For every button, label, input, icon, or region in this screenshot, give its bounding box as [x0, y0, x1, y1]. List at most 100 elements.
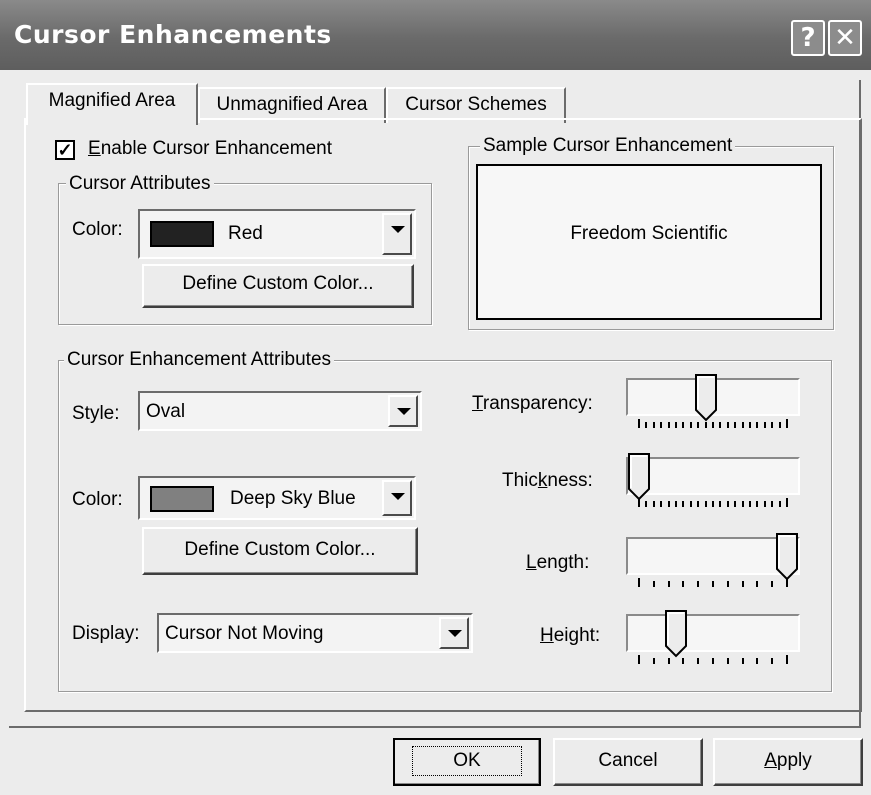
tick-mark: [660, 422, 663, 428]
length-slider[interactable]: [626, 537, 800, 575]
tick-mark: [726, 581, 729, 587]
display-combo[interactable]: Cursor Not Moving: [157, 613, 473, 653]
title-bar: Cursor Enhancements ? ✕: [0, 0, 871, 70]
length-label: Length:: [526, 552, 590, 573]
tick-mark: [667, 658, 670, 664]
tick-mark: [712, 581, 714, 587]
window-title: Cursor Enhancements: [14, 20, 332, 49]
enhancement-color-value: Deep Sky Blue: [230, 488, 356, 509]
tick-mark: [726, 422, 729, 428]
sample-preview: Freedom Scientific: [476, 164, 822, 320]
tick-mark: [741, 581, 744, 587]
tick-mark: [697, 581, 700, 587]
tick-mark: [675, 422, 677, 428]
display-label: Display:: [72, 623, 140, 644]
chevron-down-icon[interactable]: [388, 395, 418, 427]
tick-mark: [756, 501, 759, 507]
height-slider[interactable]: [626, 614, 800, 652]
tick-mark: [734, 422, 737, 428]
tick-mark: [756, 658, 759, 664]
tick-mark: [771, 422, 774, 428]
transparency-label: Transparency:: [472, 393, 593, 414]
enable-checkbox[interactable]: ✓: [55, 140, 75, 160]
tick-mark: [645, 422, 648, 428]
tick-mark: [719, 501, 722, 507]
style-value: Oval: [146, 401, 186, 422]
tick-mark: [652, 422, 655, 428]
cancel-button[interactable]: Cancel: [553, 738, 703, 786]
enhancement-color-label: Color:: [72, 489, 123, 510]
tick-mark: [682, 501, 685, 507]
tick-mark: [763, 422, 766, 428]
style-label: Style:: [72, 403, 120, 424]
tab-label: Magnified Area: [48, 90, 176, 111]
help-icon[interactable]: ?: [791, 20, 825, 56]
tick-mark: [712, 658, 714, 664]
thickness-label: Thickness:: [502, 470, 593, 491]
tick-mark: [697, 501, 700, 507]
tick-mark: [638, 419, 640, 428]
style-combo[interactable]: Oval: [138, 391, 422, 431]
tick-mark: [682, 581, 685, 587]
thickness-slider[interactable]: [626, 457, 800, 495]
tick-mark: [771, 501, 774, 507]
enhancement-color-combo[interactable]: Deep Sky Blue: [138, 476, 416, 520]
tick-mark: [778, 422, 781, 428]
close-icon[interactable]: ✕: [828, 20, 862, 56]
thickness-slider-thumb[interactable]: [628, 453, 652, 501]
height-ticks: [626, 654, 800, 664]
tick-mark: [689, 501, 692, 507]
tick-mark: [697, 422, 700, 428]
length-slider-thumb[interactable]: [776, 533, 800, 581]
tick-mark: [697, 658, 700, 664]
tick-mark: [786, 498, 788, 507]
color-label: Color:: [72, 219, 123, 240]
define-custom-color-button-bottom[interactable]: Define Custom Color...: [142, 527, 418, 575]
tick-mark: [638, 578, 640, 587]
tick-mark: [756, 422, 759, 428]
length-ticks: [626, 577, 800, 587]
enable-label[interactable]: Enable Cursor Enhancement: [88, 137, 332, 161]
chevron-down-icon[interactable]: [439, 617, 469, 649]
tick-mark: [786, 578, 788, 587]
tick-mark: [756, 581, 759, 587]
tick-mark: [741, 422, 744, 428]
tick-mark: [652, 581, 655, 587]
chevron-down-icon[interactable]: [382, 213, 412, 255]
tick-mark: [675, 501, 677, 507]
tick-mark: [638, 498, 640, 507]
enhancement-attributes-legend: Cursor Enhancement Attributes: [64, 349, 335, 371]
tick-mark: [726, 501, 729, 507]
tick-mark: [682, 422, 685, 428]
tick-mark: [712, 501, 714, 507]
transparency-slider-thumb[interactable]: [694, 374, 719, 422]
height-slider-thumb[interactable]: [665, 610, 689, 658]
tick-mark: [749, 501, 751, 507]
tick-mark: [638, 655, 640, 664]
ok-button[interactable]: OK: [393, 738, 541, 786]
tick-mark: [645, 501, 648, 507]
tick-mark: [652, 501, 655, 507]
tick-mark: [712, 422, 714, 428]
apply-button[interactable]: Apply: [713, 738, 863, 786]
chevron-down-icon[interactable]: [382, 480, 412, 516]
tick-mark: [660, 501, 663, 507]
cursor-color-combo[interactable]: Red: [138, 209, 416, 259]
define-custom-color-button-top[interactable]: Define Custom Color...: [142, 264, 414, 308]
tab-magnified-area[interactable]: Magnified Area: [26, 83, 198, 125]
tick-mark: [667, 422, 670, 428]
tick-mark: [778, 501, 781, 507]
tick-mark: [652, 658, 655, 664]
tick-mark: [704, 501, 707, 507]
transparency-ticks: [626, 418, 800, 428]
sample-legend: Sample Cursor Enhancement: [480, 135, 736, 157]
tick-mark: [741, 501, 744, 507]
tick-mark: [771, 581, 774, 587]
tick-mark: [719, 422, 722, 428]
thickness-ticks: [626, 497, 800, 507]
display-value: Cursor Not Moving: [165, 623, 324, 644]
tick-mark: [749, 422, 751, 428]
tick-mark: [667, 501, 670, 507]
tick-mark: [689, 422, 692, 428]
tab-label: Cursor Schemes: [405, 94, 547, 115]
